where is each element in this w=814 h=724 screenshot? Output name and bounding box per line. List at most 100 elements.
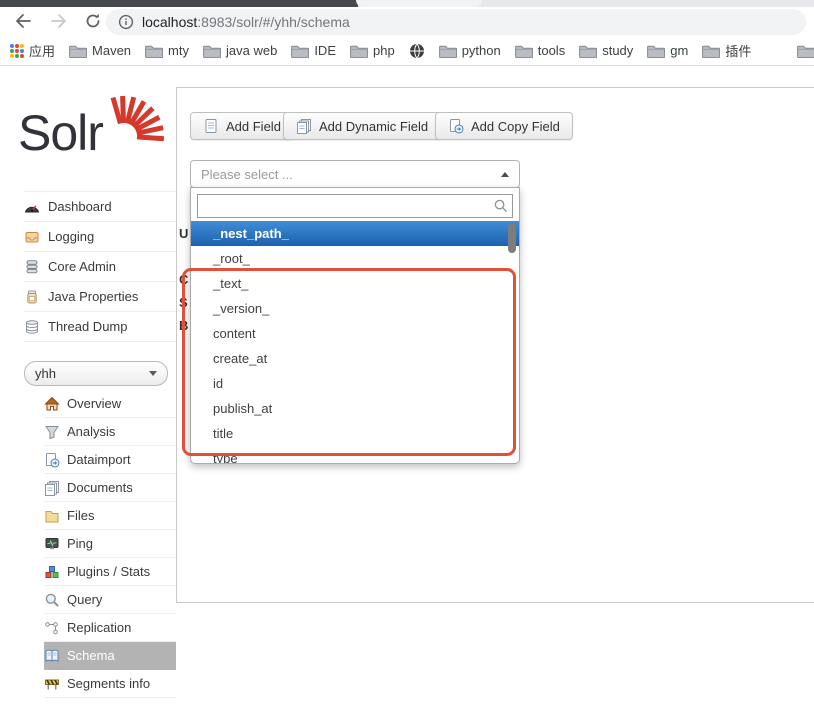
add-field-label: Add Field (226, 119, 281, 134)
submenu-item-label: Query (67, 592, 102, 607)
folder-icon (69, 44, 87, 58)
field-option[interactable]: create_at (191, 346, 519, 371)
field-option[interactable]: _nest_path_ (191, 221, 519, 246)
tab-strip-dark-area (0, 0, 358, 7)
sidebar-item-java-properties[interactable]: Java Properties (24, 282, 176, 312)
bookmark-folder-ide[interactable]: IDE (291, 43, 336, 58)
url-path: :8983/solr/#/yhh/schema (197, 14, 350, 30)
folder-icon (515, 44, 533, 58)
sidebar-item-dashboard[interactable]: Dashboard (24, 191, 176, 222)
bookmark-folder-tools[interactable]: tools (515, 43, 565, 58)
files-icon (44, 508, 60, 524)
folder-icon (350, 44, 368, 58)
submenu-item-files[interactable]: Files (44, 502, 176, 530)
info-icon[interactable] (118, 14, 134, 30)
field-option[interactable]: type (191, 446, 519, 464)
option-search-input[interactable] (197, 194, 513, 218)
core-selector[interactable]: yhh (24, 361, 168, 386)
overview-icon (44, 396, 60, 412)
field-option[interactable]: publish_at (191, 396, 519, 421)
bookmark-folder-plugin[interactable]: 插件 (702, 41, 751, 60)
dropdown-scrollbar-thumb[interactable] (508, 223, 516, 253)
submenu-item-overview[interactable]: Overview (44, 390, 176, 418)
bookmark-label: php (373, 43, 395, 58)
hidden-text-fragment: U (179, 226, 188, 241)
submenu-item-replication[interactable]: Replication (44, 614, 176, 642)
plugins-stats-icon (44, 564, 60, 580)
bookmark-label: Maven (92, 43, 131, 58)
apps-grid-icon (10, 44, 24, 58)
submenu-item-analysis[interactable]: Analysis (44, 418, 176, 446)
field-option[interactable]: _text_ (191, 271, 519, 296)
field-select-dropdown: _nest_path_ _root_ _text_ _version_ cont… (190, 187, 520, 464)
submenu-item-label: Files (67, 508, 94, 523)
bookmark-folder-partial[interactable] (797, 44, 814, 58)
folder-icon (203, 44, 221, 58)
sidebar-item-thread-dump[interactable]: Thread Dump (24, 312, 176, 342)
core-admin-icon (24, 259, 40, 275)
sidebar-item-core-admin[interactable]: Core Admin (24, 252, 176, 282)
bookmark-folder-java-web[interactable]: java web (203, 43, 277, 58)
add-field-icon (203, 118, 219, 134)
field-select-placeholder: Please select ... (201, 167, 293, 182)
back-icon[interactable] (14, 12, 32, 30)
bookmark-folder-study[interactable]: study (579, 43, 633, 58)
forward-icon[interactable] (50, 12, 68, 30)
bookmark-apps[interactable]: 应用 (10, 41, 55, 60)
java-properties-icon (24, 289, 40, 305)
submenu-item-query[interactable]: Query (44, 586, 176, 614)
field-option[interactable]: _root_ (191, 246, 519, 271)
bookmark-globe[interactable] (409, 43, 425, 59)
add-copy-field-label: Add Copy Field (471, 119, 560, 134)
globe-icon (409, 43, 425, 59)
bookmark-folder-mty[interactable]: mty (145, 43, 189, 58)
sidebar-item-logging[interactable]: Logging (24, 222, 176, 252)
chevron-up-icon (501, 172, 509, 177)
add-dynamic-field-icon (296, 118, 312, 134)
url-host: localhost (142, 14, 197, 30)
submenu-item-plugins-stats[interactable]: Plugins / Stats (44, 558, 176, 586)
hidden-text-fragment: S (179, 295, 188, 310)
submenu-item-ping[interactable]: Ping (44, 530, 176, 558)
submenu-item-segments-info[interactable]: Segments info (44, 670, 176, 698)
add-dynamic-field-button[interactable]: Add Dynamic Field (283, 112, 441, 140)
field-option[interactable]: _version_ (191, 296, 519, 321)
query-icon (44, 592, 60, 608)
bookmark-folder-python[interactable]: python (439, 43, 501, 58)
reload-icon[interactable] (84, 12, 102, 30)
replication-icon (44, 620, 60, 636)
sidebar-item-label: Dashboard (48, 199, 112, 214)
field-option[interactable]: title (191, 421, 519, 446)
sidebar-item-label: Logging (48, 229, 94, 244)
address-bar[interactable]: localhost:8983/solr/#/yhh/schema (106, 9, 806, 35)
dataimport-icon (44, 452, 60, 468)
bookmark-folder-php[interactable]: php (350, 43, 395, 58)
field-select-header[interactable]: Please select ... (190, 160, 520, 188)
submenu-item-label: Overview (67, 396, 121, 411)
bookmark-label: tools (538, 43, 565, 58)
submenu-item-label: Replication (67, 620, 131, 635)
hidden-text-fragment: B (179, 318, 188, 333)
solr-burst-icon (110, 90, 172, 142)
add-dynamic-field-label: Add Dynamic Field (319, 119, 428, 134)
add-copy-field-button[interactable]: Add Copy Field (435, 112, 573, 140)
bookmark-label: python (462, 43, 501, 58)
solr-logo[interactable]: Solr (18, 100, 168, 172)
active-tab-bottom (356, 0, 482, 7)
folder-icon (291, 44, 309, 58)
submenu-item-documents[interactable]: Documents (44, 474, 176, 502)
submenu-item-schema[interactable]: Schema (44, 642, 176, 670)
logging-icon (24, 229, 40, 245)
submenu-item-label: Documents (67, 480, 133, 495)
solr-logo-text: Solr (18, 104, 103, 162)
field-option[interactable]: content (191, 321, 519, 346)
add-field-button[interactable]: Add Field (190, 112, 294, 140)
core-submenu: Overview Analysis Dataimport Documents F… (0, 390, 176, 698)
submenu-item-label: Plugins / Stats (67, 564, 150, 579)
bookmark-folder-gm[interactable]: gm (647, 43, 688, 58)
field-option[interactable]: id (191, 371, 519, 396)
folder-icon (797, 44, 814, 58)
submenu-item-dataimport[interactable]: Dataimport (44, 446, 176, 474)
submenu-item-label: Segments info (67, 676, 150, 691)
bookmark-folder-maven[interactable]: Maven (69, 43, 131, 58)
